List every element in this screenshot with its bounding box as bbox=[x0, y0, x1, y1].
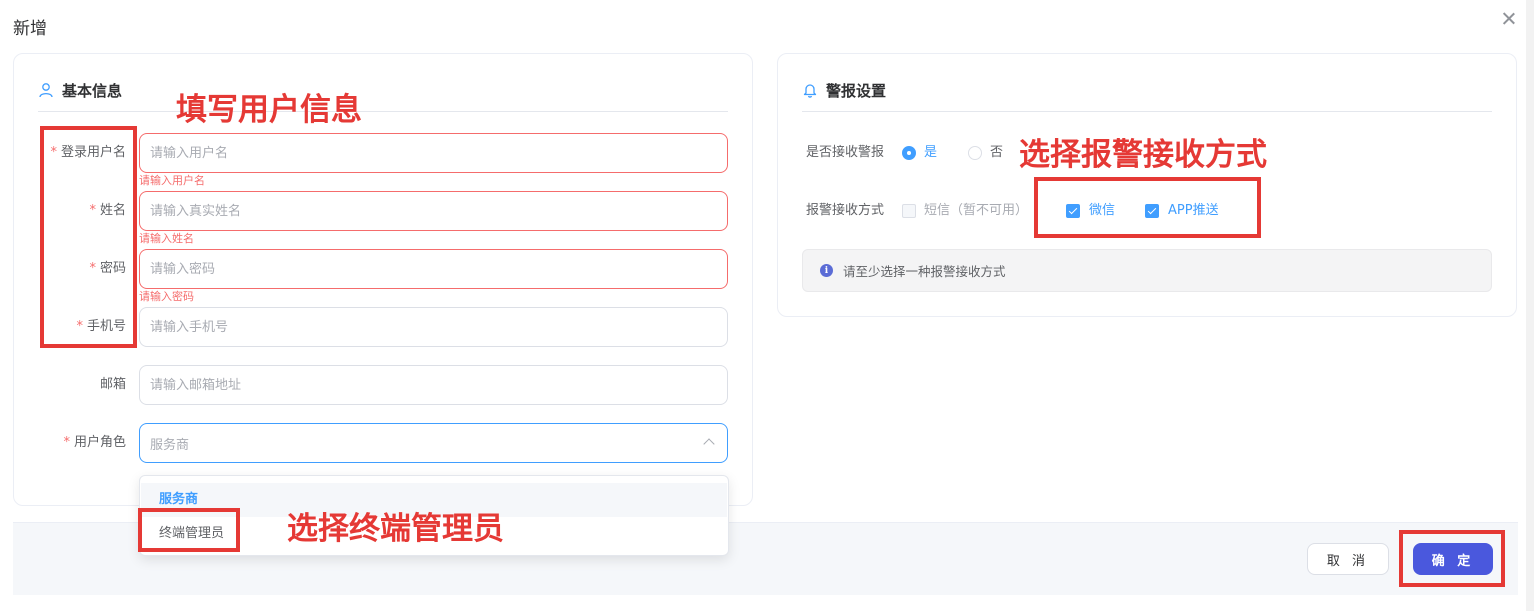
chevron-up-icon bbox=[703, 438, 715, 450]
checkbox-sms bbox=[902, 204, 916, 218]
divider bbox=[38, 111, 728, 112]
annotation-choose-terminal-admin: 选择终端管理员 bbox=[287, 511, 504, 547]
label-email: 邮箱 bbox=[99, 377, 126, 392]
basic-info-title: 基本信息 bbox=[62, 81, 123, 100]
receive-alarm-label: 是否接收警报 bbox=[806, 145, 885, 160]
close-icon[interactable] bbox=[1500, 10, 1518, 28]
username-error: 请输入用户名 bbox=[139, 174, 205, 187]
required-mark: * bbox=[63, 435, 70, 450]
role-select-value: 服务商 bbox=[150, 437, 190, 453]
realname-error: 请输入姓名 bbox=[139, 232, 194, 245]
email-input[interactable] bbox=[139, 365, 728, 405]
scrollbar[interactable] bbox=[1526, 0, 1534, 611]
radio-yes[interactable] bbox=[902, 146, 916, 160]
alarm-settings-header: 警报设置 bbox=[802, 80, 886, 100]
divider bbox=[802, 111, 1492, 112]
annotation-box-alarm-methods bbox=[1034, 177, 1261, 238]
realname-input[interactable] bbox=[139, 191, 728, 231]
user-icon bbox=[39, 83, 53, 98]
alarm-settings-title: 警报设置 bbox=[826, 81, 887, 100]
role-select[interactable]: 服务商 bbox=[139, 423, 728, 463]
username-input[interactable] bbox=[139, 133, 728, 173]
basic-info-header: 基本信息 bbox=[38, 80, 122, 100]
checkbox-sms-label: 短信（暂不可用） bbox=[924, 203, 1029, 218]
label-role: * 用户角色 bbox=[63, 435, 126, 450]
alarm-method-notice: i 请至少选择一种报警接收方式 bbox=[802, 249, 1492, 292]
annotation-box-required-labels bbox=[40, 126, 137, 348]
dialog-title: 新增 bbox=[13, 19, 47, 39]
annotation-fill-user-info: 填写用户信息 bbox=[176, 92, 362, 128]
info-icon: i bbox=[820, 264, 833, 277]
notice-text: 请至少选择一种报警接收方式 bbox=[843, 264, 1006, 279]
radio-no-label[interactable]: 否 bbox=[990, 144, 1003, 162]
annotation-box-terminal-admin bbox=[138, 508, 240, 552]
password-error: 请输入密码 bbox=[139, 290, 194, 303]
annotation-box-confirm bbox=[1399, 530, 1505, 587]
bell-icon bbox=[803, 84, 817, 98]
phone-input[interactable] bbox=[139, 307, 728, 347]
alarm-method-label: 报警接收方式 bbox=[806, 203, 885, 218]
password-input[interactable] bbox=[139, 249, 728, 289]
annotation-choose-alarm-method: 选择报警接收方式 bbox=[1019, 137, 1267, 173]
radio-no[interactable] bbox=[968, 146, 982, 160]
cancel-button[interactable]: 取 消 bbox=[1307, 543, 1389, 575]
radio-yes-label[interactable]: 是 bbox=[924, 144, 937, 162]
